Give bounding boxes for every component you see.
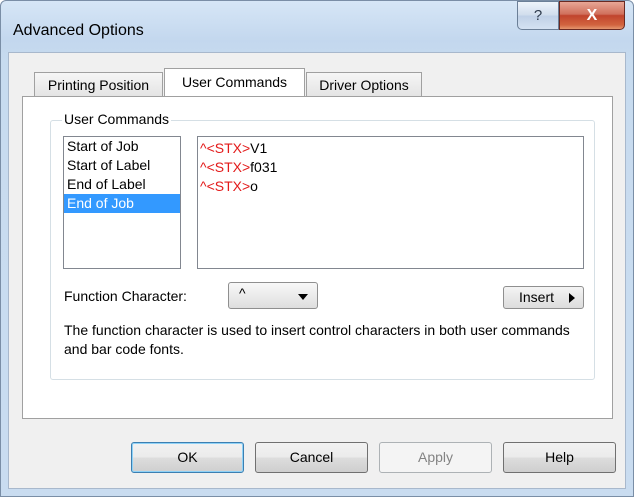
function-character-label: Function Character: [64,288,187,304]
command-editor[interactable]: ^<STX>V1 ^<STX>f031 ^<STX>o [197,136,584,269]
window-title: Advanced Options [13,22,144,39]
chevron-right-icon [569,293,575,303]
command-line: ^<STX>V1 [200,139,583,158]
list-item-start-of-label[interactable]: Start of Label [64,156,180,175]
command-type-list[interactable]: Start of Job Start of Label End of Label… [63,136,181,269]
command-prefix: ^<STX> [200,178,251,194]
command-prefix: ^<STX> [200,140,251,156]
help-button[interactable]: Help [503,442,616,473]
command-text: o [250,178,258,194]
list-item-end-of-label[interactable]: End of Label [64,175,180,194]
title-close-button[interactable]: X [559,1,625,30]
cancel-button[interactable]: Cancel [255,442,368,473]
insert-button-label: Insert [519,289,555,305]
list-item-end-of-job[interactable]: End of Job [64,194,180,213]
chevron-down-icon [298,294,308,300]
command-prefix: ^<STX> [200,159,251,175]
function-character-description: The function character is used to insert… [64,322,570,357]
title-help-button[interactable]: ? [517,1,559,30]
question-icon: ? [533,7,543,24]
list-item-start-of-job[interactable]: Start of Job [64,137,180,156]
tab-printing-position[interactable]: Printing Position [34,72,163,96]
insert-button[interactable]: Insert [503,286,584,309]
ok-button[interactable]: OK [131,442,244,473]
command-text: V1 [250,140,268,156]
function-character-select[interactable]: ^ [228,282,318,309]
group-legend: User Commands [62,111,172,127]
command-line: ^<STX>f031 [200,158,583,177]
close-icon: X [586,7,598,24]
apply-button[interactable]: Apply [379,442,492,473]
tab-user-commands[interactable]: User Commands [164,68,305,96]
function-character-value: ^ [239,285,246,301]
tab-driver-options[interactable]: Driver Options [306,72,422,96]
command-line: ^<STX>o [200,177,583,196]
command-text: f031 [250,159,278,175]
